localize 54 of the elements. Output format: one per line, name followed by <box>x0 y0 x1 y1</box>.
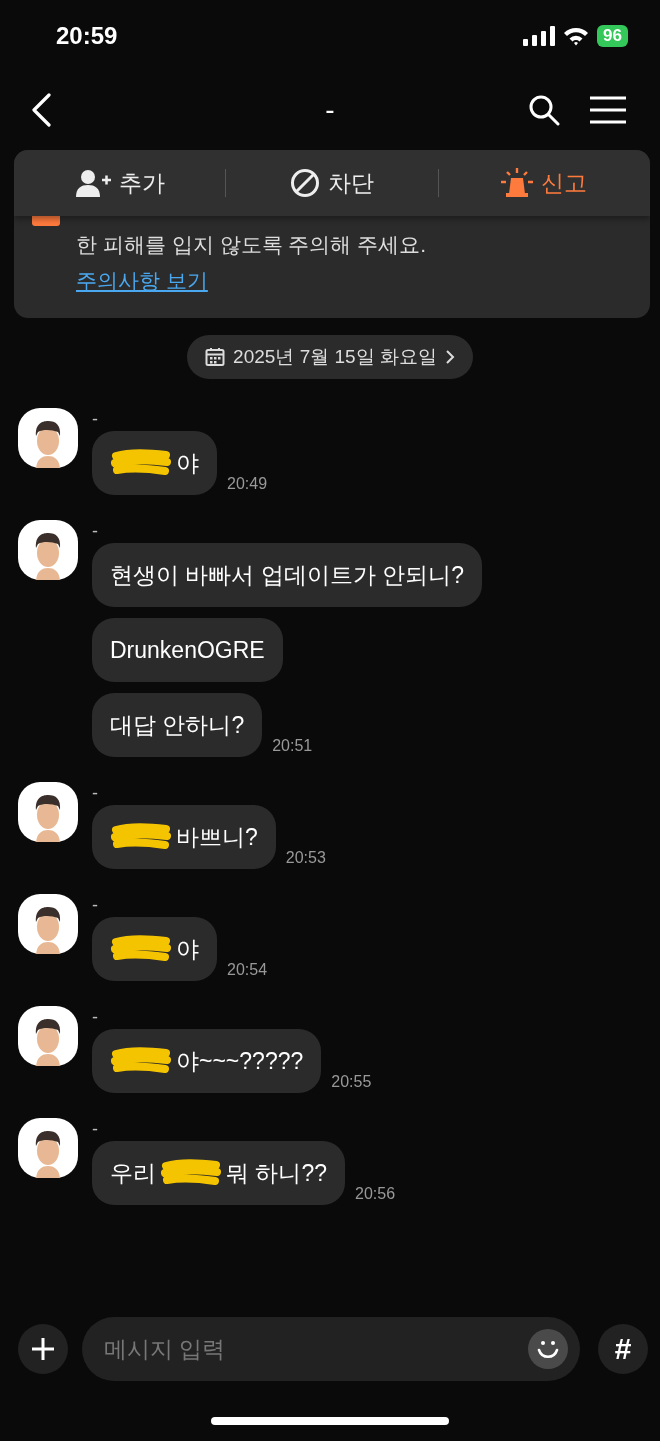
avatar[interactable] <box>18 782 78 842</box>
sender-name: - <box>92 1118 99 1141</box>
message-bubble: 야 <box>92 917 217 981</box>
message-time: 20:49 <box>227 475 268 493</box>
plus-icon <box>31 1337 55 1361</box>
action-button[interactable]: 차단 <box>226 158 438 208</box>
action-button[interactable]: 추가 <box>14 158 226 208</box>
message-bubble: 바쁘니? <box>92 805 276 869</box>
redaction-scribble <box>110 448 172 478</box>
redaction-scribble <box>110 1046 172 1076</box>
avatar[interactable] <box>18 894 78 954</box>
avatar[interactable] <box>18 1006 78 1066</box>
message-time: 20:54 <box>227 961 268 979</box>
message-time: 20:56 <box>355 1185 396 1203</box>
avatar[interactable] <box>18 1118 78 1178</box>
avatar[interactable] <box>18 408 78 468</box>
sender-name: - <box>92 1006 99 1029</box>
battery-level: 96 <box>597 25 628 47</box>
redaction-scribble <box>110 822 172 852</box>
action-button[interactable]: 신고 <box>438 158 650 208</box>
sender-name: - <box>92 894 99 917</box>
sender-name: - <box>92 408 99 431</box>
siren-icon <box>501 168 534 198</box>
sender-name: - <box>92 782 99 805</box>
chat-title: - <box>325 94 335 126</box>
message-bubble: 야~~~????? <box>92 1029 322 1093</box>
message-time: 20:53 <box>285 849 326 867</box>
sender-name: - <box>92 520 99 543</box>
back-icon[interactable] <box>30 93 52 127</box>
wifi-icon <box>563 26 590 46</box>
message-time: 20:51 <box>272 737 313 755</box>
message-bubble: 대답 안하니? <box>92 693 263 757</box>
status-time: 20:59 <box>56 22 118 50</box>
redaction-scribble <box>160 1158 222 1188</box>
plus-button[interactable] <box>18 1324 68 1374</box>
calendar-icon <box>205 347 226 367</box>
notice-text: 한 피해를 입지 않도록 주의해 주세요. <box>76 232 426 258</box>
block-icon <box>290 168 320 198</box>
menu-icon[interactable] <box>590 96 626 124</box>
signal-icon <box>523 26 556 46</box>
message-bubble: 우리 뭐 하니?? <box>92 1141 345 1205</box>
avatar[interactable] <box>18 520 78 580</box>
message-input[interactable]: 메시지 입력 <box>82 1317 580 1381</box>
message-bubble: 현생이 바빠서 업데이트가 안되니? <box>92 543 482 607</box>
date-chip[interactable]: 2025년 7월 15일 화요일 <box>187 335 473 379</box>
message-bubble: DrunkenOGRE <box>92 618 283 682</box>
search-icon[interactable] <box>528 94 560 126</box>
message-bubble: 야 <box>92 431 217 495</box>
chevron-right-icon <box>444 349 455 365</box>
hashtag-button[interactable]: # <box>598 1324 648 1374</box>
message-time: 20:55 <box>331 1073 372 1091</box>
notice-link[interactable]: 주의사항 보기 <box>76 267 208 295</box>
redaction-scribble <box>110 934 172 964</box>
add-friend-icon <box>74 169 111 197</box>
